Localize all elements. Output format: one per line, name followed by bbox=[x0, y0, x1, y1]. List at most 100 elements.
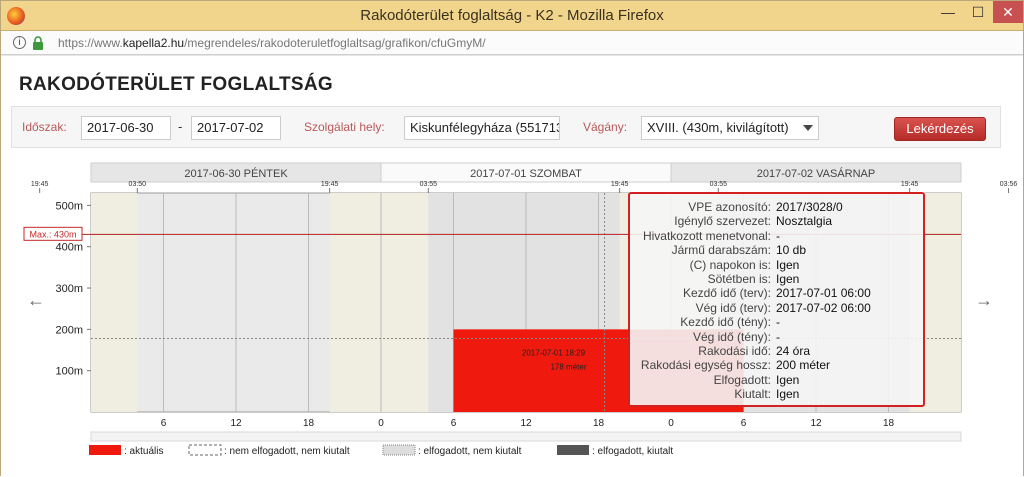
legend-label: : elfogadott, nem kiutalt bbox=[418, 446, 522, 457]
period-label: Időszak: bbox=[22, 120, 67, 134]
page-content: RAKODÓTERÜLET FOGLALTSÁG Időszak: 2017-0… bbox=[1, 56, 1023, 477]
tooltip-row: Kezdő idő (tény): - bbox=[630, 315, 927, 329]
x-tick-label: 6 bbox=[741, 418, 747, 429]
legend-swatch bbox=[557, 445, 589, 455]
x-tick-label: 12 bbox=[230, 418, 242, 429]
legend-label: : aktuális bbox=[124, 446, 163, 457]
x-tick-label: 0 bbox=[668, 418, 674, 429]
tooltip-value: 24 óra bbox=[776, 344, 811, 358]
tooltip-value: 10 db bbox=[776, 243, 807, 258]
tooltip-key: Kezdő idő (terv): bbox=[682, 286, 771, 301]
tooltip-value: - bbox=[776, 329, 780, 344]
time-mark-label: 19:45 bbox=[611, 181, 629, 188]
y-tick-label: 500m bbox=[55, 200, 83, 212]
day-tab-label: 2017-07-02 VASÁRNAP bbox=[757, 167, 875, 180]
tooltip-key: Kiutalt: bbox=[734, 387, 771, 402]
x-tick-label: 18 bbox=[593, 418, 605, 429]
close-button[interactable]: ✕ bbox=[993, 1, 1023, 23]
tooltip-row: Rakodási idő: 24 óra bbox=[630, 344, 927, 358]
y-tick-label: 100m bbox=[55, 366, 83, 378]
chevron-down-icon bbox=[803, 125, 813, 131]
tooltip-key: Igénylő szervezet: bbox=[674, 214, 771, 229]
tooltip-row: Kezdő idő (terv): 2017-07-01 06:00 bbox=[630, 286, 927, 300]
track-select[interactable]: XVIII. (430m, kivilágított) bbox=[641, 116, 819, 140]
legend-swatch bbox=[188, 444, 222, 456]
date-from-input[interactable]: 2017-06-30 bbox=[81, 116, 171, 140]
y-tick-label: 200m bbox=[55, 324, 83, 336]
tooltip-key: Vég idő (tény): bbox=[692, 329, 771, 344]
tooltip-key: VPE azonosító: bbox=[688, 200, 771, 214]
legend-label: : nem elfogadott, nem kiutalt bbox=[224, 446, 350, 457]
address-bar[interactable]: i https://www.kapella2.hu/megrendeles/ra… bbox=[1, 31, 1023, 55]
tooltip-row: Kiutalt: Igen bbox=[630, 387, 927, 401]
max-label: Max.: 430m bbox=[29, 229, 76, 239]
tooltip-row: Hivatkozott menetvonal: - bbox=[630, 229, 927, 243]
night-band bbox=[91, 193, 138, 412]
legend-label: : elfogadott, kiutalt bbox=[592, 446, 673, 457]
tooltip-value: - bbox=[776, 228, 780, 243]
minimize-button[interactable]: — bbox=[933, 1, 963, 23]
time-mark-label: 03:50 bbox=[129, 181, 147, 188]
legend-swatch bbox=[382, 444, 416, 456]
timeline-strip bbox=[90, 431, 962, 442]
track-label: Vágány: bbox=[583, 120, 628, 134]
info-icon[interactable]: i bbox=[13, 36, 26, 49]
tooltip-value: Igen bbox=[776, 272, 800, 286]
tooltip-row: Sötétben is: Igen bbox=[630, 272, 927, 286]
night-band bbox=[329, 193, 429, 412]
y-tick-label: 300m bbox=[55, 283, 83, 295]
lock-icon bbox=[33, 36, 43, 50]
maximize-button[interactable]: ☐ bbox=[963, 1, 993, 23]
tooltip-row: Vég idő (terv): 2017-07-02 06:00 bbox=[630, 301, 927, 315]
track-select-value: XVIII. (430m, kivilágított) bbox=[647, 120, 789, 135]
tooltip-key: Elfogadott: bbox=[713, 372, 771, 387]
x-tick-label: 6 bbox=[161, 418, 167, 429]
page-title: RAKODÓTERÜLET FOGLALTSÁG bbox=[19, 74, 333, 95]
tooltip-value: Igen bbox=[776, 257, 800, 272]
place-input[interactable]: Kiskunfélegyháza (551713 bbox=[404, 116, 560, 140]
x-tick-label: 18 bbox=[303, 418, 315, 429]
place-label: Szolgálati hely: bbox=[304, 120, 385, 134]
tooltip-row: (C) napokon is: Igen bbox=[630, 258, 927, 272]
date-separator: - bbox=[178, 119, 183, 134]
tooltip-key: Rakodási idő: bbox=[698, 344, 771, 358]
time-mark-label: 03:55 bbox=[710, 181, 728, 188]
url-text[interactable]: https://www.kapella2.hu/megrendeles/rako… bbox=[58, 36, 486, 50]
time-mark-label: 03:56 bbox=[1000, 181, 1018, 188]
tooltip-value: Igen bbox=[776, 387, 800, 402]
tooltip-value: - bbox=[776, 315, 780, 330]
booking-tooltip: VPE azonosító: 2017/3028/0 Igénylő szervez… bbox=[628, 192, 925, 407]
tooltip-key: (C) napokon is: bbox=[689, 257, 771, 272]
legend-swatch bbox=[89, 445, 121, 455]
day-tab-label: 2017-07-01 SZOMBAT bbox=[470, 168, 582, 180]
tooltip-row: Rakodási egység hossz: 200 méter bbox=[630, 358, 927, 372]
query-button[interactable]: Lekérdezés bbox=[894, 117, 986, 141]
time-mark-label: 19:45 bbox=[321, 181, 339, 188]
tooltip-row: Vég idő (tény): - bbox=[630, 330, 927, 344]
filter-bar: Időszak: 2017-06-30 - 2017-07-02 Szolgál… bbox=[11, 106, 1001, 148]
browser-window: Rakodóterület foglaltság - K2 - Mozilla … bbox=[0, 0, 1024, 477]
x-tick-label: 0 bbox=[378, 418, 384, 429]
time-mark-label: 19:45 bbox=[31, 181, 49, 188]
tooltip-row: Elfogadott: Igen bbox=[630, 373, 927, 387]
tooltip-key: Kezdő idő (tény): bbox=[680, 315, 771, 330]
title-bar: Rakodóterület foglaltság - K2 - Mozilla … bbox=[1, 1, 1023, 31]
tooltip-value: 200 méter bbox=[776, 358, 831, 373]
tooltip-row: Jármű darabszám: 10 db bbox=[630, 243, 927, 257]
date-to-input[interactable]: 2017-07-02 bbox=[191, 116, 281, 140]
tooltip-key: Rakodási egység hossz: bbox=[640, 358, 771, 373]
tooltip-value: 2017-07-02 06:00 bbox=[776, 300, 871, 315]
x-tick-label: 6 bbox=[451, 418, 457, 429]
tooltip-key: Vég idő (terv): bbox=[695, 300, 771, 315]
bar-start-label: 2017-07-01 18:29 bbox=[522, 348, 586, 357]
tooltip-value: 2017/3028/0 bbox=[776, 200, 843, 214]
tooltip-key: Hivatkozott menetvonal: bbox=[642, 228, 771, 243]
tooltip-value: Igen bbox=[776, 372, 800, 387]
x-tick-label: 12 bbox=[810, 418, 822, 429]
bar-length-label: 178 méter bbox=[550, 362, 586, 371]
tooltip-row: VPE azonosító: 2017/3028/0 bbox=[630, 200, 927, 214]
time-mark-label: 19:45 bbox=[901, 181, 919, 188]
x-tick-label: 18 bbox=[883, 418, 895, 429]
day-tab-label: 2017-06-30 PÉNTEK bbox=[184, 167, 288, 180]
window-title: Rakodóterület foglaltság - K2 - Mozilla … bbox=[360, 7, 664, 24]
